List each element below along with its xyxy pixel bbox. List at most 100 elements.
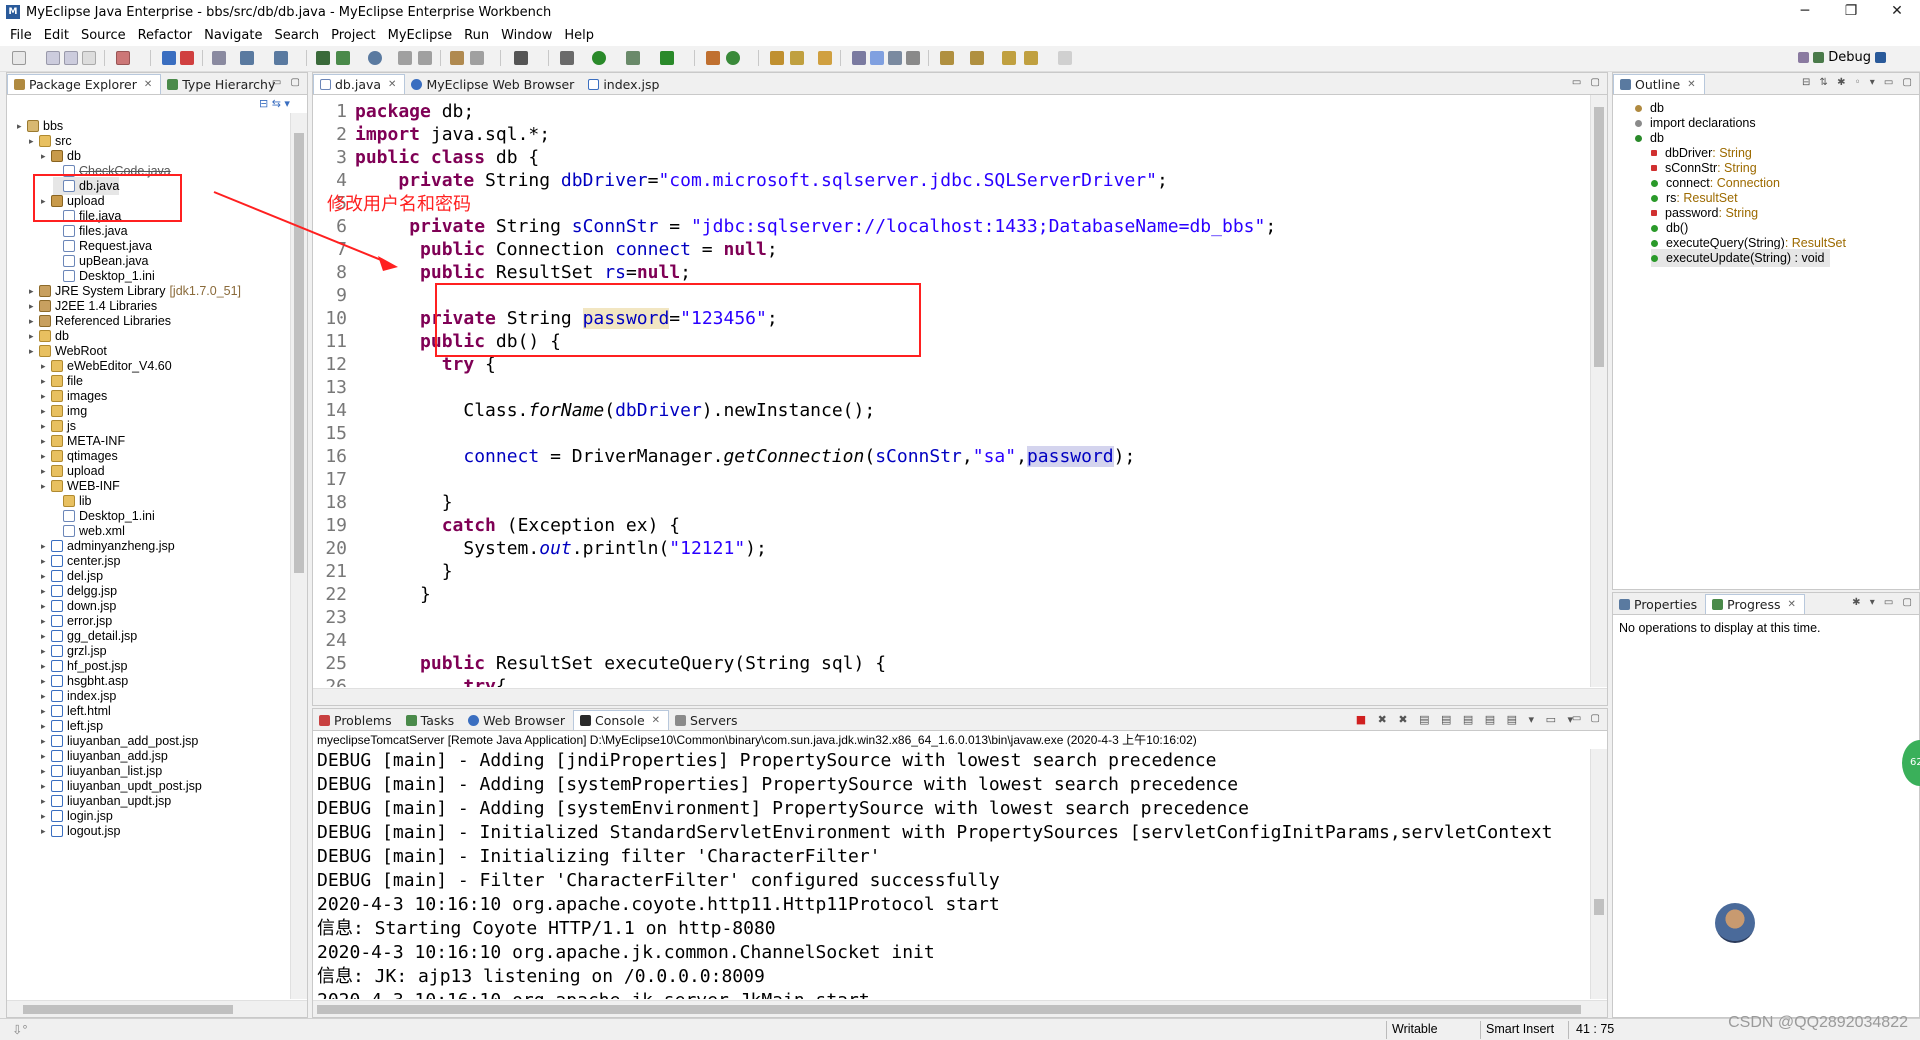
menu-refactor[interactable]: Refactor <box>132 28 199 43</box>
perspective-switcher[interactable]: Debug <box>1798 50 1886 65</box>
print-icon[interactable] <box>82 51 96 65</box>
close-icon[interactable]: ✕ <box>652 715 660 726</box>
expand-toggle-icon[interactable]: ▸ <box>41 477 49 495</box>
tab-problems[interactable]: Problems <box>313 710 400 730</box>
expand-toggle-icon[interactable]: ▸ <box>29 132 37 150</box>
pen-icon[interactable] <box>790 51 804 65</box>
toggle-mark-icon[interactable] <box>852 51 866 65</box>
expand-toggle-icon[interactable]: ▸ <box>41 822 49 840</box>
tree-hscroll-thumb[interactable] <box>23 1005 233 1014</box>
open-perspective-icon[interactable] <box>1798 52 1810 63</box>
new-package-icon[interactable] <box>726 51 740 65</box>
close-button[interactable]: ✕ <box>1874 0 1920 24</box>
deploy-icon[interactable] <box>162 51 176 65</box>
tab-outline[interactable]: Outline ✕ <box>1613 74 1705 94</box>
forward-icon[interactable] <box>1058 51 1072 65</box>
expand-toggle-icon[interactable]: ▸ <box>41 192 49 210</box>
avatar[interactable] <box>1715 903 1755 943</box>
run-icon[interactable] <box>592 51 606 65</box>
annotation-icon[interactable] <box>818 51 832 65</box>
external-tools-icon[interactable] <box>470 51 484 65</box>
block-select-icon[interactable] <box>888 51 902 65</box>
close-icon[interactable]: ✕ <box>1687 79 1695 90</box>
console-toolbar-icons[interactable]: ■ ✖ ✖ ▤ ▤ ▤ ▤ ▤ ▾ ▭ ▾ <box>1356 713 1577 726</box>
close-icon[interactable]: ✕ <box>144 79 152 90</box>
menu-window[interactable]: Window <box>495 28 558 43</box>
menu-navigate[interactable]: Navigate <box>198 28 268 43</box>
disconnect-icon[interactable] <box>418 51 432 65</box>
search-icon[interactable] <box>240 51 254 65</box>
server-icon[interactable] <box>180 51 194 65</box>
console-hscroll-thumb[interactable] <box>317 1005 1581 1014</box>
tab-db-java[interactable]: db.java ✕ <box>313 74 406 94</box>
tab-tasks[interactable]: Tasks <box>400 710 463 730</box>
tree-horizontal-scrollbar[interactable] <box>7 1000 307 1017</box>
tab-package-explorer[interactable]: Package Explorer ✕ <box>7 74 162 94</box>
menu-search[interactable]: Search <box>268 28 325 43</box>
prev-annotation-icon[interactable] <box>970 51 984 65</box>
coverage-icon[interactable] <box>626 51 640 65</box>
external-run-icon[interactable] <box>660 51 674 65</box>
back-icon[interactable] <box>1024 51 1038 65</box>
console-icon[interactable] <box>514 51 528 65</box>
menu-source[interactable]: Source <box>75 28 132 43</box>
tab-index-jsp[interactable]: index.jsp <box>582 74 667 94</box>
editor-vscroll-thumb[interactable] <box>1594 107 1604 367</box>
expand-toggle-icon[interactable]: ▸ <box>41 147 49 165</box>
web-icon[interactable] <box>368 51 382 65</box>
console-minmax-icons[interactable]: ▭ ▢ <box>1572 713 1603 724</box>
view-minmax-icons[interactable]: ▭ ▢ <box>272 77 303 88</box>
new-class-icon[interactable] <box>706 51 720 65</box>
close-icon[interactable]: ✕ <box>388 79 396 90</box>
collapse-all-icon[interactable]: ⊟ ⇆ ▾ <box>259 97 290 110</box>
editor-minmax-icons[interactable]: ▭ ▢ <box>1572 77 1603 88</box>
menu-help[interactable]: Help <box>558 28 600 43</box>
console-horizontal-scrollbar[interactable] <box>313 1000 1607 1017</box>
tools-icon[interactable] <box>450 51 464 65</box>
last-edit-icon[interactable] <box>1002 51 1016 65</box>
build-icon[interactable] <box>316 51 330 65</box>
outline-toolbar-icons[interactable]: ⊟ ⇅ ✱ ◦ ▾ ▭ ▢ <box>1802 77 1915 88</box>
minimize-button[interactable]: ─ <box>1782 0 1828 24</box>
maximize-button[interactable]: ❐ <box>1828 0 1874 24</box>
menu-file[interactable]: File <box>4 28 38 43</box>
tab-web-browser[interactable]: MyEclipse Web Browser <box>405 74 582 94</box>
next-annotation-icon[interactable] <box>940 51 954 65</box>
toggle-highlight-icon[interactable] <box>870 51 884 65</box>
debug-icon[interactable] <box>560 51 574 65</box>
close-icon[interactable]: ✕ <box>1788 599 1796 610</box>
open-folder-icon[interactable] <box>770 51 784 65</box>
menu-project[interactable]: Project <box>325 28 381 43</box>
editor-horizontal-scrollbar[interactable] <box>313 688 1607 705</box>
myeclipse-perspective-icon[interactable] <box>1875 52 1886 63</box>
menu-run[interactable]: Run <box>458 28 495 43</box>
refactor-icon[interactable] <box>274 51 288 65</box>
run-config-icon[interactable] <box>336 51 350 65</box>
new-project-icon[interactable] <box>116 51 130 65</box>
new-icon[interactable] <box>12 51 26 65</box>
tree-vertical-scrollbar[interactable] <box>290 113 307 999</box>
save-icon[interactable] <box>46 51 60 65</box>
tree-vscroll-thumb[interactable] <box>294 133 304 573</box>
outline-item[interactable]: executeUpdate(String) : void <box>1651 249 1831 267</box>
tab-console[interactable]: Console ✕ <box>573 710 670 730</box>
expand-toggle-icon[interactable]: ▸ <box>17 117 25 135</box>
tab-properties[interactable]: Properties <box>1613 594 1705 614</box>
expand-toggle-icon[interactable]: ▸ <box>29 342 37 360</box>
progress-minmax-icons[interactable]: ✱ ▾ ▭ ▢ <box>1852 597 1915 608</box>
editor-vertical-scrollbar[interactable] <box>1590 95 1607 687</box>
code-area[interactable]: 1 2 3 4 5 6 7 8 9 10 11 12 13 14 15 16 17 18 19 20 21 22 23 24 2… <box>313 95 1589 687</box>
show-whitespace-icon[interactable] <box>906 51 920 65</box>
console-output[interactable]: DEBUG [main] - Adding [jndiProperties] P… <box>313 749 1589 999</box>
tree-item[interactable]: ▸ logout.jsp <box>41 822 121 840</box>
stop-icon[interactable] <box>398 51 412 65</box>
console-vscroll-thumb[interactable] <box>1594 899 1604 915</box>
menu-myeclipse[interactable]: MyEclipse <box>382 28 459 43</box>
open-type-icon[interactable] <box>212 51 226 65</box>
save-all-icon[interactable] <box>64 51 78 65</box>
console-vertical-scrollbar[interactable] <box>1590 749 1607 999</box>
tab-servers[interactable]: Servers <box>669 710 746 730</box>
tab-type-hierarchy[interactable]: Type Hierarchy <box>161 74 283 94</box>
menu-edit[interactable]: Edit <box>38 28 75 43</box>
tab-progress[interactable]: Progress ✕ <box>1705 594 1805 614</box>
